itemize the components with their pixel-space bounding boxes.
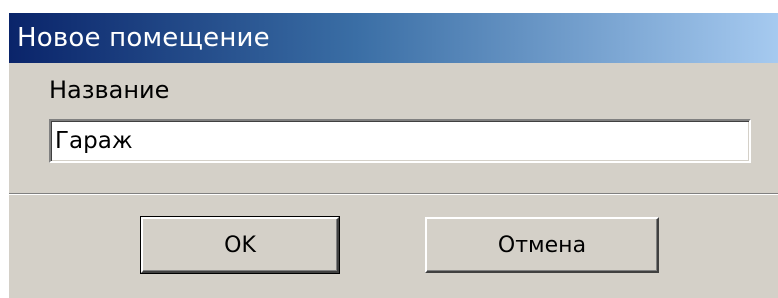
title-bar[interactable]: Новое помещение — [9, 13, 778, 63]
separator — [9, 193, 778, 195]
new-room-dialog: Новое помещение Название OK Отмена — [8, 12, 778, 298]
name-input[interactable] — [49, 119, 751, 163]
name-label: Название — [49, 76, 170, 104]
cancel-button[interactable]: Отмена — [425, 217, 659, 273]
ok-button[interactable]: OK — [140, 216, 340, 274]
dialog-title: Новое помещение — [17, 23, 270, 53]
